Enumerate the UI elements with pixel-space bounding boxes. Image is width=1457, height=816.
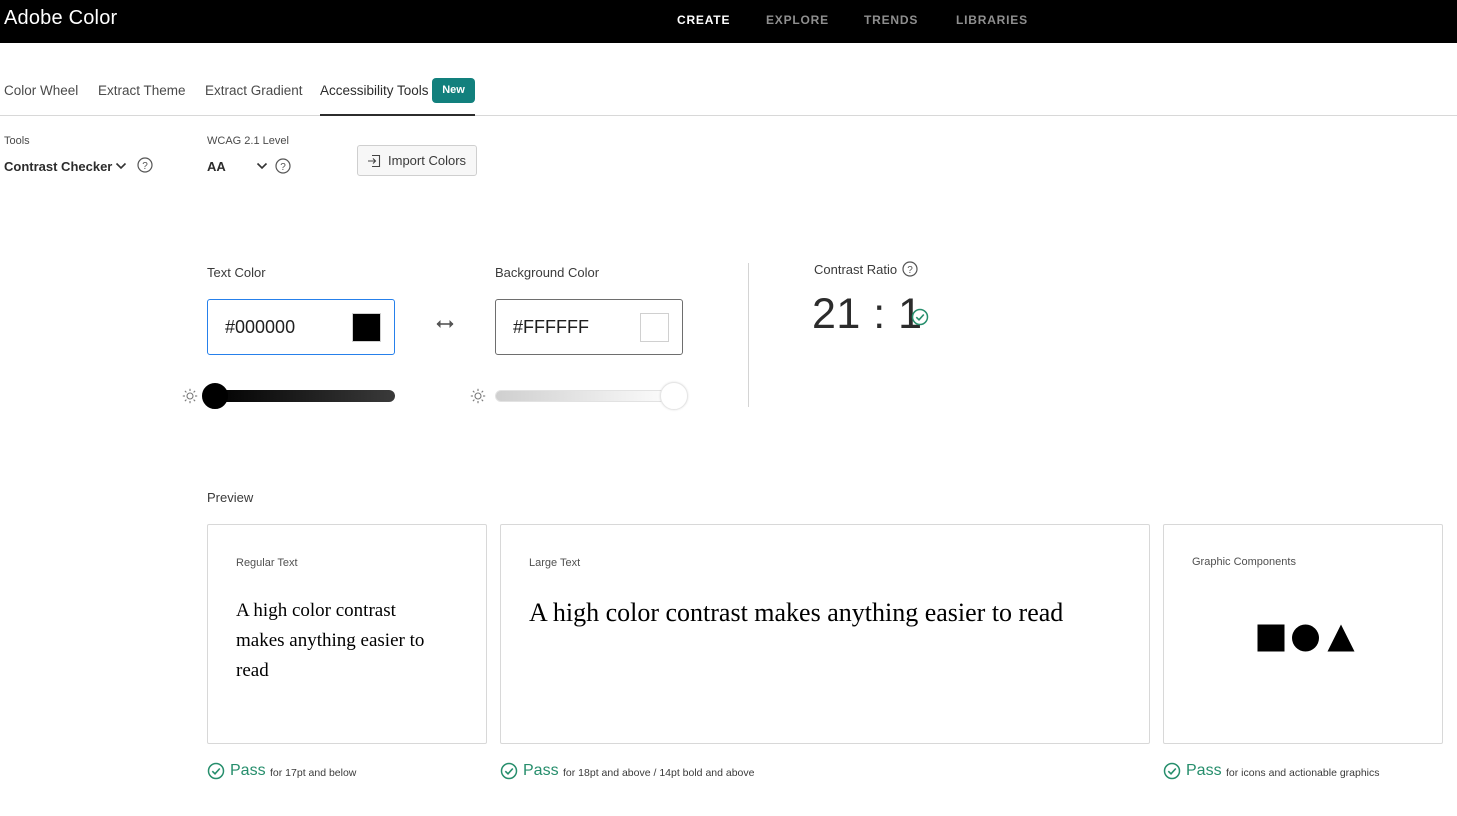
swap-colors-icon[interactable] xyxy=(434,316,456,332)
pass-description: for icons and actionable graphics xyxy=(1226,767,1380,779)
text-color-swatch[interactable] xyxy=(352,313,381,342)
background-brightness-slider-handle[interactable] xyxy=(660,382,688,410)
text-brightness-slider[interactable] xyxy=(207,390,395,402)
pass-description: for 18pt and above / 14pt bold and above xyxy=(563,767,755,779)
text-brightness-slider-handle[interactable] xyxy=(202,383,228,409)
background-color-swatch[interactable] xyxy=(640,313,669,342)
circle-icon xyxy=(1292,624,1319,652)
import-colors-label: Import Colors xyxy=(388,153,467,168)
text-color-hex[interactable]: #000000 xyxy=(225,317,295,338)
check-circle-icon xyxy=(911,308,929,326)
tools-dropdown-value[interactable]: Contrast Checker xyxy=(4,159,112,174)
help-icon[interactable]: ? xyxy=(902,261,918,277)
wcag-label: WCAG 2.1 Level xyxy=(207,135,289,147)
check-circle-icon xyxy=(500,762,518,780)
card-title: Regular Text xyxy=(236,557,298,569)
pass-label: Pass xyxy=(230,762,266,779)
check-circle-icon xyxy=(1163,762,1181,780)
square-icon xyxy=(1257,624,1285,652)
large-text-card: Large Text A high color contrast makes a… xyxy=(500,524,1150,744)
check-circle-icon xyxy=(207,762,225,780)
wcag-dropdown-value[interactable]: AA xyxy=(207,159,226,174)
import-colors-button[interactable]: Import Colors xyxy=(357,145,477,176)
tab-color-wheel[interactable]: Color Wheel xyxy=(4,83,78,98)
graphic-components-card: Graphic Components xyxy=(1163,524,1443,744)
svg-text:?: ? xyxy=(142,161,148,172)
top-nav: CREATE EXPLORE TRENDS LIBRARIES xyxy=(0,0,1457,43)
chevron-down-icon[interactable] xyxy=(114,159,128,173)
brightness-icon xyxy=(182,388,198,404)
card-title: Large Text xyxy=(529,557,581,569)
pass-label: Pass xyxy=(523,762,559,779)
regular-text-sample: A high color contrast makes anything eas… xyxy=(236,600,425,681)
regular-text-card: Regular Text A high color contrast makes… xyxy=(207,524,487,744)
nav-create[interactable]: CREATE xyxy=(677,13,730,27)
background-brightness-slider[interactable] xyxy=(495,390,683,402)
background-color-label: Background Color xyxy=(495,265,600,280)
shapes-preview xyxy=(1257,624,1355,652)
help-icon[interactable]: ? xyxy=(275,158,291,174)
tab-extract-gradient[interactable]: Extract Gradient xyxy=(205,83,303,98)
large-text-result: Pass for 18pt and above / 14pt bold and … xyxy=(500,762,800,782)
regular-text-result: Pass for 17pt and below xyxy=(207,762,487,782)
divider xyxy=(748,263,749,407)
text-color-field[interactable]: #000000 xyxy=(207,299,395,355)
nav-explore[interactable]: EXPLORE xyxy=(766,13,829,27)
background-color-hex[interactable]: #FFFFFF xyxy=(513,317,589,338)
svg-text:?: ? xyxy=(280,162,286,173)
contrast-ratio-label: Contrast Ratio xyxy=(814,262,898,277)
import-icon xyxy=(368,154,381,168)
tab-accessibility-tools[interactable]: Accessibility Tools xyxy=(320,83,429,98)
large-text-sample: A high color contrast makes anything eas… xyxy=(529,598,1064,627)
chevron-down-icon[interactable] xyxy=(255,159,269,173)
tools-label: Tools xyxy=(4,135,30,147)
text-color-label: Text Color xyxy=(207,265,266,280)
background-color-field[interactable]: #FFFFFF xyxy=(495,299,683,355)
svg-text:?: ? xyxy=(907,265,913,276)
preview-label: Preview xyxy=(207,490,254,505)
new-badge: New xyxy=(432,78,475,103)
triangle-icon xyxy=(1327,624,1355,652)
card-title: Graphic Components xyxy=(1192,556,1296,568)
contrast-ratio-value: 21 : 1 xyxy=(812,290,923,338)
tab-extract-theme[interactable]: Extract Theme xyxy=(98,83,186,98)
brightness-icon xyxy=(470,388,486,404)
active-tab-indicator xyxy=(320,114,475,116)
nav-libraries[interactable]: LIBRARIES xyxy=(956,13,1028,27)
graphic-components-result: Pass for icons and actionable graphics xyxy=(1163,762,1443,782)
sub-tabs: Color Wheel Extract Theme Extract Gradie… xyxy=(0,43,1457,116)
pass-label: Pass xyxy=(1186,762,1222,779)
help-icon[interactable]: ? xyxy=(137,157,153,173)
pass-description: for 17pt and below xyxy=(270,767,357,779)
top-bar: Adobe Color CREATE EXPLORE TRENDS LIBRAR… xyxy=(0,0,1457,43)
nav-trends[interactable]: TRENDS xyxy=(864,13,918,27)
